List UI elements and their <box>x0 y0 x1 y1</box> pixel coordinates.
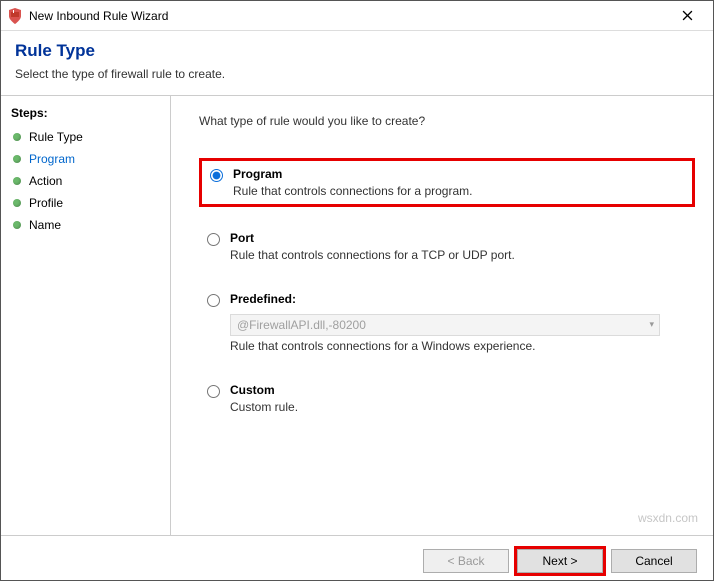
content-prompt: What type of rule would you like to crea… <box>199 114 695 128</box>
cancel-button[interactable]: Cancel <box>611 549 697 573</box>
step-program[interactable]: Program <box>11 148 160 170</box>
step-label: Profile <box>29 196 63 210</box>
radio-port[interactable] <box>207 233 220 246</box>
page-title: Rule Type <box>15 41 699 61</box>
bullet-icon <box>13 221 21 229</box>
next-button[interactable]: Next > <box>517 549 603 573</box>
option-predefined[interactable]: Predefined: @FirewallAPI.dll,-80200 ▾ Ru… <box>199 286 695 359</box>
radio-custom[interactable] <box>207 385 220 398</box>
back-button[interactable]: < Back <box>423 549 509 573</box>
radio-program[interactable] <box>210 169 223 182</box>
titlebar: New Inbound Rule Wizard <box>1 1 713 31</box>
step-label: Action <box>29 174 62 188</box>
bullet-icon <box>13 199 21 207</box>
option-port[interactable]: Port Rule that controls connections for … <box>199 225 695 268</box>
watermark: wsxdn.com <box>638 511 698 525</box>
rule-type-options: Program Rule that controls connections f… <box>199 158 695 420</box>
step-label: Name <box>29 218 61 232</box>
step-profile[interactable]: Profile <box>11 192 160 214</box>
option-program[interactable]: Program Rule that controls connections f… <box>199 158 695 207</box>
window-title: New Inbound Rule Wizard <box>29 9 667 23</box>
steps-panel: Steps: Rule Type Program Action Profile … <box>1 96 171 535</box>
option-description: Rule that controls connections for a TCP… <box>230 248 515 262</box>
bullet-icon <box>13 177 21 185</box>
content-panel: What type of rule would you like to crea… <box>171 96 713 535</box>
option-label: Port <box>230 231 515 245</box>
close-button[interactable] <box>667 1 707 30</box>
option-custom[interactable]: Custom Custom rule. <box>199 377 695 420</box>
step-label: Program <box>29 152 75 166</box>
radio-predefined[interactable] <box>207 294 220 307</box>
page-subtitle: Select the type of firewall rule to crea… <box>15 67 699 81</box>
predefined-select[interactable]: @FirewallAPI.dll,-80200 <box>230 314 660 336</box>
option-description: Custom rule. <box>230 400 298 414</box>
step-rule-type[interactable]: Rule Type <box>11 126 160 148</box>
app-icon <box>7 8 23 24</box>
option-label: Program <box>233 167 472 181</box>
option-description: Rule that controls connections for a pro… <box>233 184 472 198</box>
step-action[interactable]: Action <box>11 170 160 192</box>
wizard-footer: < Back Next > Cancel <box>1 535 713 585</box>
wizard-header: Rule Type Select the type of firewall ru… <box>1 31 713 89</box>
option-label: Custom <box>230 383 298 397</box>
bullet-icon <box>13 155 21 163</box>
option-description: Rule that controls connections for a Win… <box>230 339 660 353</box>
step-name[interactable]: Name <box>11 214 160 236</box>
bullet-icon <box>13 133 21 141</box>
step-label: Rule Type <box>29 130 83 144</box>
steps-title: Steps: <box>11 106 160 120</box>
option-label: Predefined: <box>230 292 660 306</box>
